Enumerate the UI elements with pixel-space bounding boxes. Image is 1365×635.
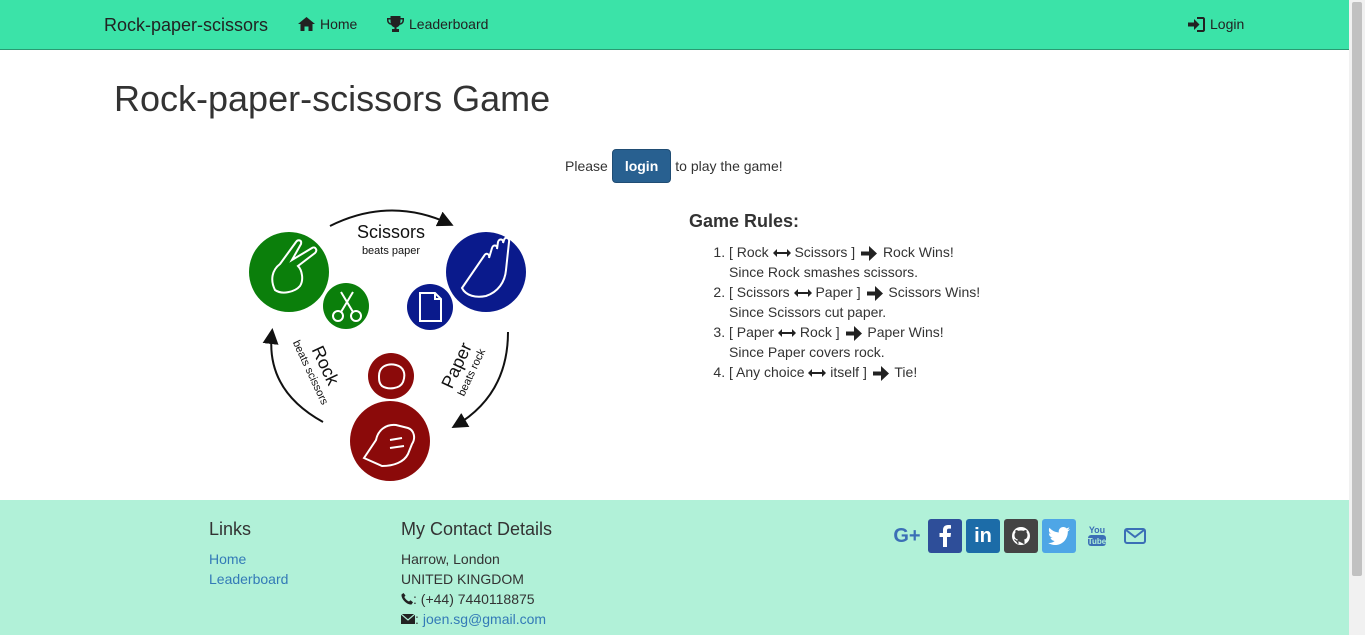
- linkedin-icon[interactable]: in: [966, 519, 1000, 553]
- email-row: : joen.sg@gmail.com: [401, 611, 546, 627]
- arrow-right-icon: [845, 325, 862, 341]
- left-right-arrow-icon: [772, 249, 791, 258]
- rule-result: Tie!: [894, 364, 918, 380]
- rule-right: Paper ]: [815, 284, 861, 300]
- envelope-small-icon: [401, 614, 415, 624]
- rules-heading: Game Rules:: [689, 211, 800, 231]
- rule-item: [ Scissors Paper ] Scissors Wins! Since …: [729, 282, 1089, 322]
- home-icon: [298, 17, 315, 31]
- rules-list: [ Rock Scissors ] Rock Wins! Since Rock …: [729, 242, 1089, 382]
- nav-leaderboard-link[interactable]: Leaderboard: [387, 16, 488, 32]
- prompt-after-text: to play the game!: [675, 158, 783, 174]
- left-right-arrow-icon: [808, 369, 827, 378]
- footer-contact-heading: My Contact Details: [401, 519, 553, 539]
- brand-link[interactable]: Rock-paper-scissors: [104, 15, 268, 36]
- google-plus-icon[interactable]: G+: [890, 519, 924, 553]
- email-prefix: :: [415, 611, 419, 627]
- login-button[interactable]: login: [611, 149, 672, 183]
- scissors-sublabel: beats paper: [362, 245, 420, 257]
- game-rules: Game Rules: [ Rock Scissors ] Rock Wins!…: [689, 211, 1089, 382]
- nav-home-link[interactable]: Home: [298, 16, 357, 32]
- trophy-icon: [387, 16, 404, 32]
- phone-icon: [401, 593, 413, 605]
- rule-result: Paper Wins!: [867, 324, 944, 340]
- envelope-icon[interactable]: [1118, 519, 1152, 553]
- rule-right: Rock ]: [799, 324, 840, 340]
- rule-note: Since Paper covers rock.: [729, 344, 885, 360]
- rule-item: [ Any choice itself ] Tie!: [729, 362, 1089, 382]
- rule-note: Since Scissors cut paper.: [729, 304, 887, 320]
- rule-right: Scissors ]: [794, 244, 856, 260]
- footer-link-home[interactable]: Home: [209, 551, 246, 567]
- navbar: Rock-paper-scissors Home Leaderboard Log…: [0, 0, 1349, 50]
- rock-icon: [368, 353, 414, 399]
- paper-icon: [407, 284, 453, 330]
- github-icon[interactable]: [1004, 519, 1038, 553]
- prompt-before-text: Please: [565, 158, 608, 174]
- phone-text: : (+44) 7440118875: [413, 591, 535, 607]
- sign-in-icon: [1188, 16, 1205, 32]
- left-right-arrow-icon: [793, 289, 812, 298]
- page-title: Rock-paper-scissors Game: [114, 78, 551, 119]
- arrow-right-icon: [866, 285, 883, 301]
- svg-text:Tube: Tube: [1088, 537, 1107, 546]
- facebook-icon[interactable]: [928, 519, 962, 553]
- rule-right: itself ]: [830, 364, 867, 380]
- rock-hand-icon: [350, 401, 430, 481]
- rule-result: Scissors Wins!: [888, 284, 981, 300]
- rps-diagram: Scissors beats paper Rock beats scissors…: [249, 209, 526, 481]
- scissors-label: Scissors: [357, 222, 425, 242]
- rule-left: [ Scissors: [729, 284, 790, 300]
- rule-result: Rock Wins!: [882, 244, 954, 260]
- login-prompt: Please login to play the game!: [565, 149, 783, 183]
- arrow-right-icon: [872, 365, 889, 381]
- nav-login-label: Login: [1210, 16, 1245, 32]
- rule-item: [ Paper Rock ] Paper Wins! Since Paper c…: [729, 322, 1089, 362]
- rule-item: [ Rock Scissors ] Rock Wins! Since Rock …: [729, 242, 1089, 282]
- nav-login-link[interactable]: Login: [1188, 16, 1244, 32]
- arrow-right-icon: [861, 245, 878, 261]
- nav-leaderboard-label: Leaderboard: [409, 16, 489, 32]
- scissors-icon: [323, 283, 369, 329]
- rule-left: [ Rock: [729, 244, 769, 260]
- phone-row: : (+44) 7440118875: [401, 591, 535, 607]
- scissors-hand-icon: [249, 232, 329, 312]
- youtube-icon[interactable]: You Tube: [1080, 519, 1114, 553]
- nav-home-label: Home: [320, 16, 358, 32]
- svg-text:You: You: [1089, 525, 1105, 535]
- twitter-icon[interactable]: [1042, 519, 1076, 553]
- vertical-scrollbar[interactable]: [1349, 0, 1365, 635]
- footer-link-leaderboard[interactable]: Leaderboard: [209, 571, 288, 587]
- footer-links-heading: Links: [209, 519, 252, 539]
- paper-hand-icon: [446, 232, 526, 312]
- email-link[interactable]: joen.sg@gmail.com: [423, 611, 546, 627]
- rule-left: [ Any choice: [729, 364, 805, 380]
- address-line-2: UNITED KINGDOM: [401, 571, 524, 587]
- address-line-1: Harrow, London: [401, 551, 500, 567]
- rule-left: [ Paper: [729, 324, 775, 340]
- scrollbar-thumb[interactable]: [1352, 2, 1362, 576]
- left-right-arrow-icon: [778, 329, 797, 338]
- rule-note: Since Rock smashes scissors.: [729, 264, 919, 280]
